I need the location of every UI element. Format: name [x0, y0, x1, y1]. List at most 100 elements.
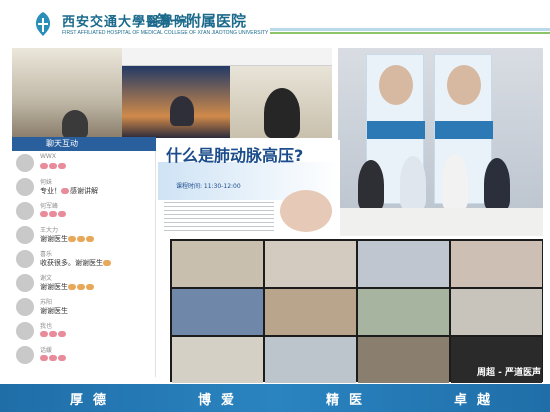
- avatar: [16, 322, 34, 340]
- hospital-name-cn: 第一附属医院: [156, 12, 247, 30]
- chat-text: 谢谢医生: [40, 234, 95, 244]
- participant-tile: [265, 289, 356, 335]
- chat-sender: 何军峰: [40, 203, 59, 210]
- participant-tile: [451, 289, 542, 335]
- avatar: [16, 274, 34, 292]
- lecture-slide: 什么是肺动脉高压? 课程时间: 11:30-12:00: [158, 140, 340, 236]
- chat-sender: 苏阳: [40, 299, 53, 306]
- chat-sender: 我也: [40, 323, 53, 330]
- school-name-en: FIRST AFFILIATED HOSPITAL OF MEDICAL COL…: [62, 30, 269, 36]
- chat-sender: 喜乐: [40, 251, 53, 258]
- chat-emoji-row: [40, 330, 67, 338]
- participant-tile: [358, 241, 449, 287]
- watermark: 周超 - 严道医声: [476, 368, 541, 378]
- chat-text-part: 专业！: [40, 187, 61, 195]
- avatar: [16, 250, 34, 268]
- chat-text: 专业！ 感谢讲解: [40, 186, 98, 196]
- motto-word: 卓越: [454, 393, 501, 408]
- chat-message: 何妹 专业！ 感谢讲解: [16, 177, 154, 201]
- heart-icon: [49, 163, 57, 169]
- slide-body-text-block: [164, 202, 274, 234]
- chat-message: 苏阳 谢谢医生: [16, 297, 154, 321]
- chat-emoji-row: [40, 210, 67, 218]
- heart-icon: [58, 355, 66, 361]
- banner-portrait: [447, 65, 481, 105]
- avatar: [16, 178, 34, 196]
- heart-icon: [49, 355, 57, 361]
- chat-message: 话媛: [16, 345, 154, 369]
- chat-message: 喜乐 收获很多。谢谢医生: [16, 249, 154, 273]
- chat-message: 谢文 谢谢医生: [16, 273, 154, 297]
- motto-word: 厚德: [70, 393, 117, 408]
- slide-time: 课程时间: 11:30-12:00: [176, 183, 241, 190]
- avatar: [16, 226, 34, 244]
- heart-icon: [58, 211, 66, 217]
- person-figure: [358, 160, 384, 210]
- clap-icon: [77, 284, 85, 290]
- person-figure: [442, 154, 468, 210]
- motto-bar: 厚德 博爱 精医 卓越: [0, 384, 550, 412]
- avatar: [16, 154, 34, 172]
- motto-word: 博爱: [198, 393, 245, 408]
- meeting-table: [338, 208, 543, 236]
- chat-text: 收获很多。谢谢医生: [40, 258, 112, 268]
- chat-text-part: 谢谢医生: [40, 235, 68, 243]
- banner-stripe: [367, 121, 425, 139]
- smile-icon: [103, 260, 111, 266]
- chat-sender: WWX: [40, 153, 56, 160]
- chat-message: 何军峰: [16, 201, 154, 225]
- chat-emoji-row: [40, 354, 67, 362]
- banner-portrait: [379, 65, 413, 105]
- chat-sender: 谢文: [40, 275, 53, 282]
- avatar: [16, 346, 34, 364]
- chat-sender: 话媛: [40, 347, 53, 354]
- heart-icon: [49, 211, 57, 217]
- chat-text-part: 感谢讲解: [70, 187, 98, 195]
- clap-icon: [86, 236, 94, 242]
- participant-tile: [358, 337, 449, 383]
- avatar: [16, 298, 34, 316]
- clap-icon: [68, 284, 76, 290]
- chat-text-part: 收获很多。谢谢医生: [40, 259, 103, 267]
- clap-icon: [77, 236, 85, 242]
- video-participant-grid: 周超 - 严道医声: [170, 239, 543, 383]
- person-figure: [484, 158, 510, 210]
- chat-message: WWX: [16, 153, 154, 177]
- speaker-portrait: [280, 190, 332, 232]
- heart-icon: [49, 331, 57, 337]
- person-figure: [400, 156, 426, 210]
- heart-icon: [61, 188, 69, 194]
- hospital-logo-icon: [35, 12, 51, 36]
- participant-tile: [172, 289, 263, 335]
- avatar: [16, 202, 34, 220]
- chat-message: 王大力 谢谢医生: [16, 225, 154, 249]
- chat-title: 聊天互动: [12, 137, 156, 151]
- chat-sender: 王大力: [40, 227, 59, 234]
- heart-icon: [40, 211, 48, 217]
- chat-text-part: 谢谢医生: [40, 283, 68, 291]
- header-divider: [270, 28, 550, 31]
- heart-icon: [58, 331, 66, 337]
- heart-icon: [40, 331, 48, 337]
- chat-panel: 聊天互动 WWX 何妹 专业！ 感谢讲解 何军峰 王大力 谢谢医生 喜乐 收获很多…: [12, 137, 156, 377]
- photo-video-conference: [12, 48, 332, 138]
- chat-message: 我也: [16, 321, 154, 345]
- clap-icon: [86, 284, 94, 290]
- hospital-header: 西安交通大學醫學院 第一附属医院 FIRST AFFILIATED HOSPIT…: [0, 0, 550, 44]
- photo-onsite-room: [338, 48, 543, 236]
- banner-stripe: [435, 121, 493, 139]
- participant-tile: [265, 241, 356, 287]
- clap-icon: [68, 236, 76, 242]
- person-figure: [62, 110, 88, 138]
- motto-word: 精医: [326, 393, 373, 408]
- person-figure: [170, 96, 194, 126]
- participant-tile: [451, 241, 542, 287]
- chat-text: 谢谢医生: [40, 307, 68, 315]
- slide-title: 什么是肺动脉高压?: [166, 146, 304, 165]
- participant-tile: [265, 337, 356, 383]
- heart-icon: [58, 163, 66, 169]
- participant-tile: [172, 241, 263, 287]
- heart-icon: [40, 355, 48, 361]
- participant-tile: [358, 289, 449, 335]
- person-figure: [264, 88, 300, 138]
